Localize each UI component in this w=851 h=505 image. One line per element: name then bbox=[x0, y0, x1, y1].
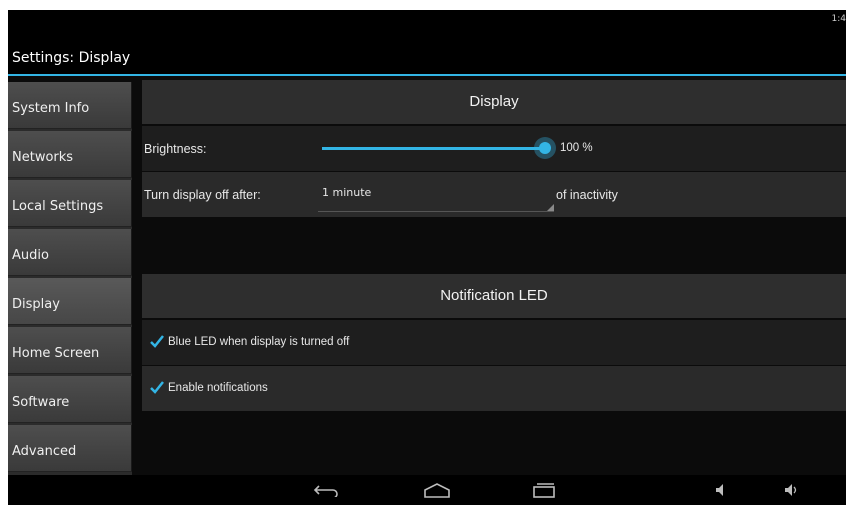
volume-down-button[interactable] bbox=[703, 479, 737, 501]
sidebar-item-networks[interactable]: Networks bbox=[8, 131, 132, 178]
home-button[interactable] bbox=[420, 479, 454, 501]
home-icon bbox=[424, 483, 450, 498]
brightness-row: Brightness: 100 % bbox=[142, 126, 846, 171]
sidebar-item-label: Advanced bbox=[12, 443, 77, 459]
option-label: Enable notifications bbox=[168, 382, 268, 394]
recent-apps-icon bbox=[533, 483, 555, 498]
sidebar-item-display[interactable]: Display bbox=[8, 278, 132, 325]
sidebar-item-home-screen[interactable]: Home Screen bbox=[8, 327, 132, 374]
volume-down-icon bbox=[716, 484, 723, 496]
display-off-row: Turn display off after: 1 minute of inac… bbox=[142, 172, 846, 217]
page-title: Settings: Display bbox=[12, 50, 131, 66]
action-bar: Settings: Display bbox=[8, 10, 846, 76]
spinner-value: 1 minute bbox=[322, 186, 372, 199]
section-header-display: Display bbox=[142, 80, 846, 124]
back-button[interactable] bbox=[310, 479, 344, 501]
sidebar-item-advanced[interactable]: Advanced bbox=[8, 425, 132, 472]
screen: Settings: Display 1:4 System Info Networ… bbox=[8, 10, 846, 505]
slider-thumb-core bbox=[539, 142, 551, 154]
brightness-label: Brightness: bbox=[144, 142, 207, 156]
option-label: Blue LED when display is turned off bbox=[168, 336, 350, 348]
sidebar: System Info Networks Local Settings Audi… bbox=[8, 82, 132, 475]
sidebar-item-label: Home Screen bbox=[12, 345, 100, 361]
display-off-suffix: of inactivity bbox=[556, 188, 618, 202]
brightness-slider-thumb[interactable] bbox=[534, 137, 556, 159]
sidebar-item-audio[interactable]: Audio bbox=[8, 229, 132, 276]
navigation-bar bbox=[8, 475, 846, 505]
status-time: 1:4 bbox=[831, 14, 846, 24]
sidebar-item-label: System Info bbox=[12, 100, 90, 116]
checkbox-checked-icon[interactable] bbox=[150, 380, 164, 394]
settings-content: Display Brightness: 100 % Turn display o… bbox=[142, 80, 846, 475]
sidebar-item-label: Audio bbox=[12, 247, 49, 263]
spinner-arrow-icon bbox=[547, 204, 554, 211]
section-header-notification-led: Notification LED bbox=[142, 274, 846, 318]
sidebar-item-label: Local Settings bbox=[12, 198, 104, 214]
sidebar-item-software[interactable]: Software bbox=[8, 376, 132, 423]
display-off-spinner[interactable]: 1 minute bbox=[318, 176, 554, 212]
sidebar-item-system-info[interactable]: System Info bbox=[8, 82, 132, 129]
display-off-label: Turn display off after: bbox=[144, 188, 261, 202]
volume-up-button[interactable] bbox=[774, 479, 808, 501]
checkbox-checked-icon[interactable] bbox=[150, 334, 164, 348]
option-row-enable-notifications[interactable]: Enable notifications bbox=[142, 366, 846, 411]
sidebar-item-label: Software bbox=[12, 394, 70, 410]
brightness-slider[interactable] bbox=[322, 147, 544, 150]
brightness-value: 100 % bbox=[560, 142, 593, 154]
sidebar-item-local-settings[interactable]: Local Settings bbox=[8, 180, 132, 227]
back-icon bbox=[313, 485, 338, 497]
volume-up-icon bbox=[785, 484, 797, 496]
recent-apps-button[interactable] bbox=[527, 479, 561, 501]
sidebar-item-label: Display bbox=[12, 296, 60, 312]
option-row-blue-led[interactable]: Blue LED when display is turned off bbox=[142, 320, 846, 365]
sidebar-item-label: Networks bbox=[12, 149, 74, 165]
